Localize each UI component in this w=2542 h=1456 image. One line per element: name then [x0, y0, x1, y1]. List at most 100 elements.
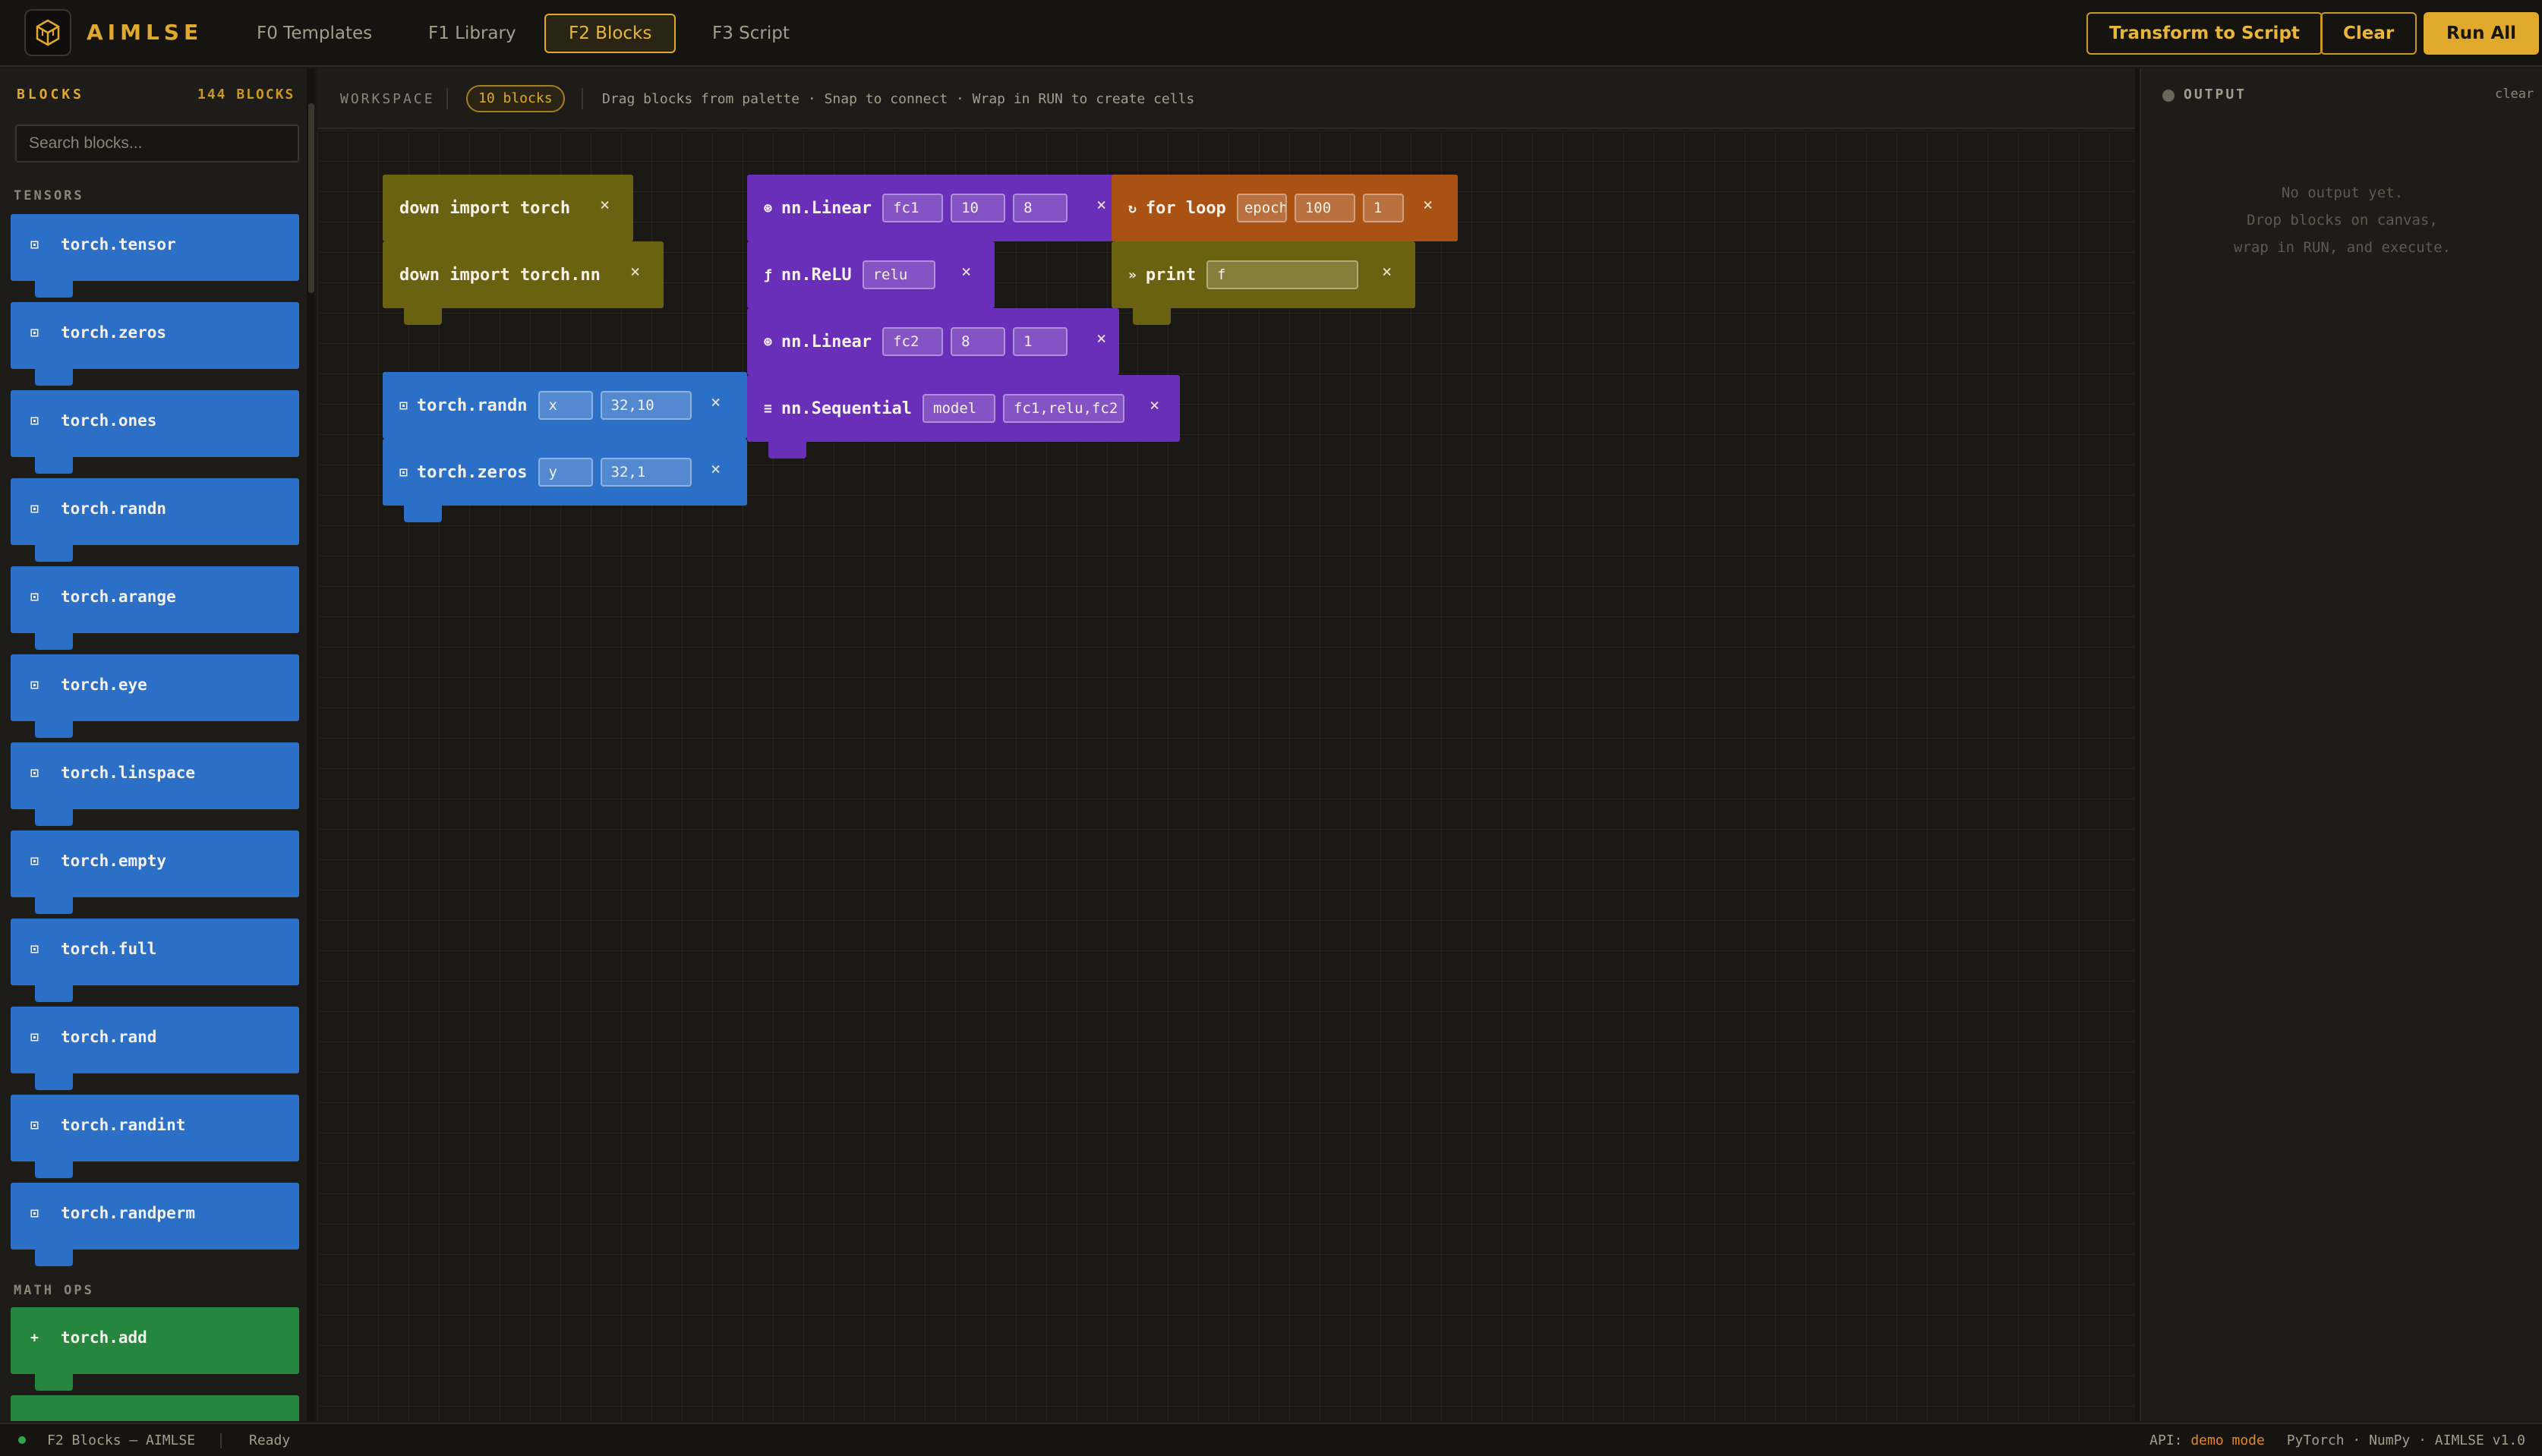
close-icon[interactable]: ×	[600, 196, 610, 215]
in-features-field[interactable]: 8	[951, 327, 1006, 356]
loop-var-field[interactable]: epoch	[1236, 194, 1287, 222]
print-value-field[interactable]: f	[1206, 260, 1359, 289]
var-name-field[interactable]: x	[538, 391, 593, 420]
clear-button[interactable]: Clear	[2320, 12, 2417, 55]
palette-block[interactable]: ⊡ torch.rand	[11, 1007, 299, 1090]
palette-block[interactable]: ⊡ torch.randperm	[11, 1183, 299, 1266]
connector-notch	[1133, 308, 1171, 325]
tensor-icon: ⊡	[30, 1029, 39, 1045]
layers-field[interactable]: fc1,relu,fc2	[1003, 394, 1125, 423]
tab-blocks[interactable]: F2 Blocks	[544, 14, 676, 53]
connector-notch	[35, 633, 73, 650]
palette-block[interactable]: ⊡ torch.arange	[11, 566, 299, 650]
status-dot-icon	[2162, 90, 2175, 102]
palette-block[interactable]: ⊡ torch.linspace	[11, 742, 299, 826]
workspace-block-nn-sequential[interactable]: ≡ nn.Sequential model fc1,relu,fc2 ×	[747, 375, 1180, 459]
output-clear-link[interactable]: clear	[2495, 87, 2534, 102]
connector-notch	[768, 442, 806, 459]
close-icon[interactable]: ×	[961, 263, 971, 282]
palette-block[interactable]: ⊡ torch.tensor	[11, 214, 299, 298]
shape-field[interactable]: 32,10	[600, 391, 692, 420]
workspace-block-torch-randn[interactable]: ⊡ torch.randn x 32,10 ×	[383, 372, 747, 439]
workspace-canvas[interactable]: down import torch × down import torch.nn…	[317, 131, 2137, 1421]
out-features-field[interactable]: 1	[1013, 327, 1068, 356]
api-mode: demo mode	[2190, 1432, 2265, 1448]
close-icon[interactable]: ×	[1096, 329, 1106, 348]
model-name-field[interactable]: model	[922, 394, 996, 423]
block-label: torch.zeros	[416, 462, 528, 482]
plus-icon: +	[30, 1330, 39, 1346]
palette-block[interactable]: ⊡ torch.full	[11, 919, 299, 1002]
palette-scrollbar-thumb[interactable]	[308, 103, 314, 293]
palette-block[interactable]: ⊡ torch.randn	[11, 478, 299, 562]
tab-library[interactable]: F1 Library	[404, 14, 541, 53]
workspace-block-torch-zeros[interactable]: ⊡ torch.zeros y 32,1 ×	[383, 439, 747, 522]
palette-block[interactable]: ⊡ torch.eye	[11, 654, 299, 738]
status-mode: F2 Blocks — AIMLSE	[47, 1432, 196, 1448]
close-icon[interactable]: ×	[711, 393, 721, 412]
block-label: print	[1145, 265, 1197, 285]
status-bar: F2 Blocks — AIMLSE Ready API: demo mode …	[0, 1423, 2542, 1456]
var-name-field[interactable]: y	[538, 458, 593, 487]
palette-block[interactable]: + torch.add	[11, 1307, 299, 1391]
close-icon[interactable]: ×	[711, 460, 721, 479]
close-icon[interactable]: ×	[1382, 263, 1392, 282]
block-label: torch.randn	[416, 396, 528, 415]
output-empty-line: No output yet.	[2281, 184, 2404, 201]
logo-cube-icon[interactable]	[24, 9, 71, 56]
connector-notch	[35, 1161, 73, 1178]
palette-block-label: torch.linspace	[61, 764, 196, 782]
connector-notch	[35, 281, 73, 298]
tensor-icon: ⊡	[30, 853, 39, 869]
connector-notch	[35, 369, 73, 386]
workspace-block-import-torch[interactable]: down import torch ×	[383, 175, 633, 258]
palette-block[interactable]: ⊡ torch.empty	[11, 830, 299, 914]
connector-notch	[35, 1374, 73, 1391]
block-label: nn.ReLU	[781, 265, 852, 285]
tensor-icon: ⊡	[30, 765, 39, 781]
run-all-button[interactable]: Run All	[2424, 12, 2540, 55]
workspace-block-nn-linear-fc1[interactable]: ⊛ nn.Linear fc1 10 8 ×	[747, 175, 1119, 241]
workspace-block-for-loop[interactable]: ↻ for loop epoch 100 1 ×	[1112, 175, 1458, 258]
connector-notch	[35, 1250, 73, 1266]
out-features-field[interactable]: 8	[1013, 194, 1068, 222]
palette-block[interactable]: ⊡ torch.randint	[11, 1095, 299, 1178]
connector-notch	[35, 985, 73, 1002]
workspace-block-print[interactable]: » print f ×	[1112, 241, 1415, 325]
close-icon[interactable]: ×	[1423, 196, 1433, 215]
connector-notch	[35, 457, 73, 474]
tab-script[interactable]: F3 Script	[688, 14, 814, 53]
palette-block-label: torch.arange	[61, 588, 176, 606]
close-icon[interactable]: ×	[630, 263, 640, 282]
workspace-header: WORKSPACE 10 blocks Drag blocks from pal…	[317, 68, 2137, 129]
workspace-block-nn-linear-fc2[interactable]: ⊛ nn.Linear fc2 8 1 ×	[747, 308, 1119, 375]
block-label: nn.Linear	[781, 198, 872, 218]
loop-step-field[interactable]: 1	[1362, 194, 1404, 222]
tab-templates[interactable]: F0 Templates	[232, 14, 396, 53]
palette-block-label: torch.add	[61, 1328, 147, 1347]
block-label: nn.Sequential	[781, 399, 913, 418]
status-versions: PyTorch · NumPy · AIMLSE v1.0	[2286, 1432, 2525, 1448]
palette-block[interactable]: +	[11, 1395, 299, 1421]
layer-name-field[interactable]: fc2	[882, 327, 944, 356]
palette-block[interactable]: ⊡ torch.ones	[11, 390, 299, 474]
close-icon[interactable]: ×	[1096, 196, 1106, 215]
chevron-right-icon: »	[1128, 266, 1137, 283]
layer-name-field[interactable]: relu	[862, 260, 935, 289]
palette-count: 144 BLOCKS	[197, 87, 295, 102]
workspace-block-nn-relu[interactable]: ƒ nn.ReLU relu ×	[747, 241, 995, 308]
connector-notch	[35, 897, 73, 914]
connector-notch	[404, 506, 442, 522]
transform-to-script-button[interactable]: Transform to Script	[2086, 12, 2323, 55]
layer-name-field[interactable]: fc1	[882, 194, 944, 222]
search-blocks-input[interactable]	[15, 124, 299, 162]
palette-block-label: torch.eye	[61, 676, 147, 694]
in-features-field[interactable]: 10	[951, 194, 1006, 222]
palette-block[interactable]: ⊡ torch.zeros	[11, 302, 299, 386]
tensor-icon: ⊡	[399, 464, 408, 481]
loop-count-field[interactable]: 100	[1294, 194, 1355, 222]
shape-field[interactable]: 32,1	[600, 458, 692, 487]
top-bar: AIMLSE F0 Templates F1 Library F2 Blocks…	[0, 0, 2542, 67]
workspace-block-import-torch-nn[interactable]: down import torch.nn ×	[383, 241, 664, 325]
close-icon[interactable]: ×	[1150, 396, 1159, 415]
